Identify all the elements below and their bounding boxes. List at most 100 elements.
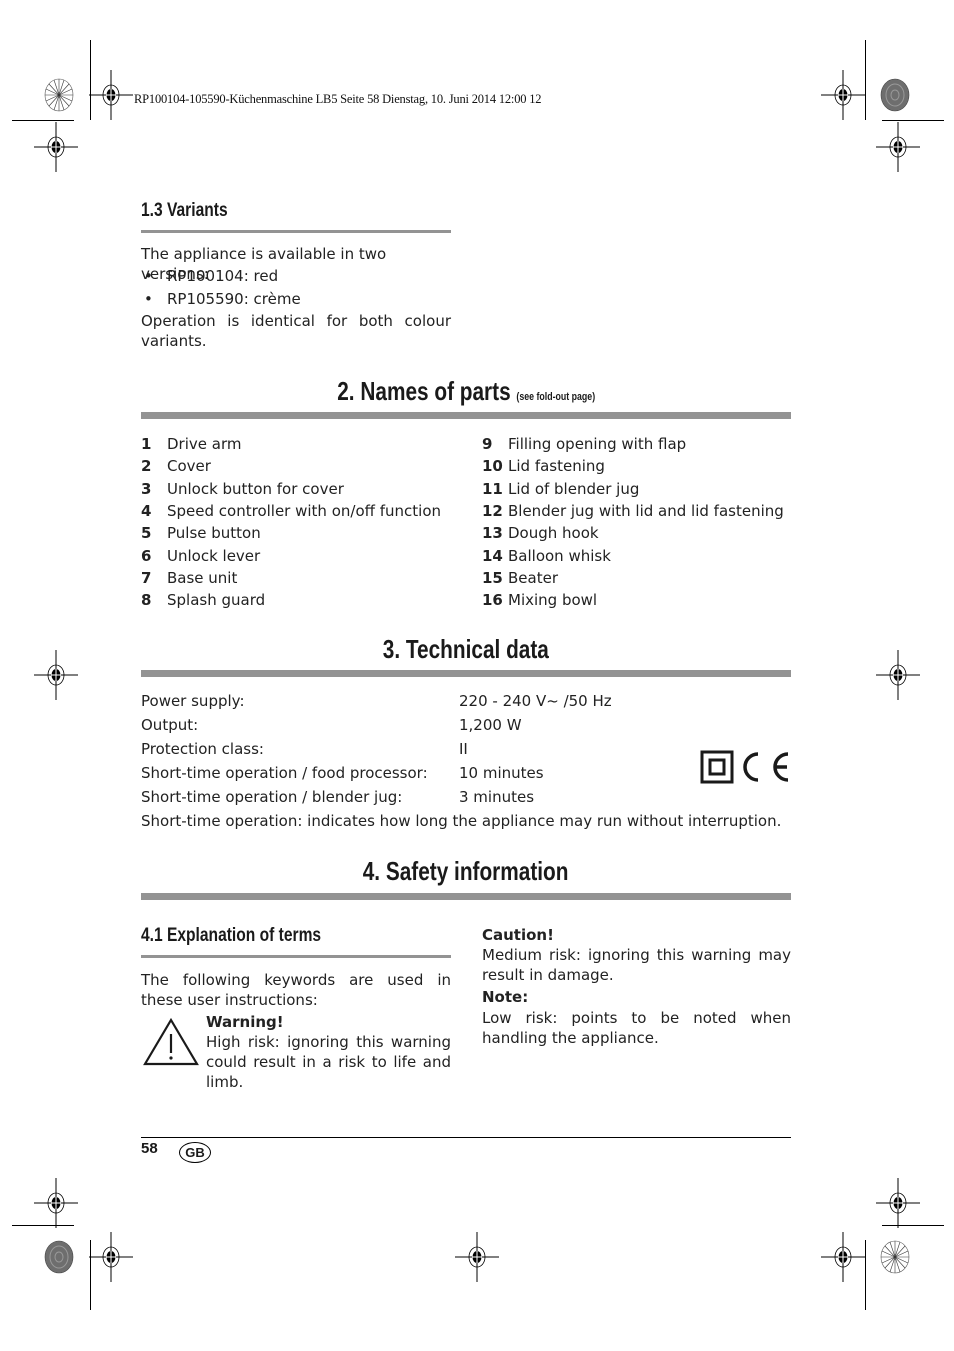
safety-heading-title: 4. Safety information xyxy=(363,856,569,886)
part-item: 4 Speed controller with on/off function xyxy=(141,500,441,522)
part-label: Drive arm xyxy=(167,435,242,453)
certification-marks xyxy=(700,750,789,784)
part-number: 2 xyxy=(141,457,152,476)
part-item: 2 Cover xyxy=(141,455,211,477)
part-label: Beater xyxy=(508,568,558,587)
technical-value: 220 - 240 V~ /50 Hz xyxy=(459,692,612,710)
part-label: Cover xyxy=(167,457,211,476)
registration-mark xyxy=(88,69,134,121)
registration-mark xyxy=(33,121,79,173)
footer-rule xyxy=(141,1137,791,1138)
part-item: 10 Lid fastening xyxy=(482,455,605,477)
technical-row: Short-time operation / blender jug: 3 min… xyxy=(141,785,534,809)
part-item: 1 Drive arm xyxy=(141,433,241,455)
warning-title: Warning! xyxy=(206,1013,284,1031)
technical-row: Output: 1,200 W xyxy=(141,713,522,737)
color-bar-mark xyxy=(44,78,74,112)
color-bar-mark xyxy=(880,78,910,112)
part-item: 8 Splash guard xyxy=(141,589,265,611)
protection-class-ii-icon xyxy=(700,750,734,784)
part-item: 16 Mixing bowl xyxy=(482,589,597,611)
part-item: 7 Base unit xyxy=(141,567,237,589)
part-item: 12 Blender jug with lid and lid fastening xyxy=(482,500,784,522)
part-number: 4 xyxy=(141,501,152,520)
terms-heading: 4.1 Explanation of terms xyxy=(141,925,322,946)
technical-footnote: Short-time operation: indicates how long… xyxy=(141,812,782,830)
color-bar-mark xyxy=(44,1240,74,1274)
part-number: 7 xyxy=(141,568,152,587)
caution-title: Caution! xyxy=(482,926,554,944)
part-number: 14 xyxy=(482,546,503,565)
variants-note: Operation is identical for both colour v… xyxy=(141,312,451,350)
part-label: Filling opening with flap xyxy=(508,435,687,453)
part-label: Blender jug with lid and lid fastening xyxy=(508,501,784,520)
bullet: • xyxy=(144,267,153,285)
parts-heading: 2. Names of parts (see fold-out page) xyxy=(141,376,791,407)
technical-value: 1,200 W xyxy=(459,716,522,734)
part-label: Splash guard xyxy=(167,591,266,610)
caution-text: Medium risk: ignoring this warning may r… xyxy=(482,946,791,984)
part-item: 15 Beater xyxy=(482,567,558,589)
part-number: 3 xyxy=(141,479,152,498)
part-item: 3 Unlock button for cover xyxy=(141,478,344,500)
heading-rule xyxy=(141,955,451,958)
part-number: 6 xyxy=(141,546,152,565)
part-label: Unlock button for cover xyxy=(167,479,344,498)
part-number: 8 xyxy=(141,591,152,610)
variant-item: RP105590: crème xyxy=(167,290,301,308)
warning-triangle-icon xyxy=(143,1017,199,1066)
part-item: 6 Unlock lever xyxy=(141,545,260,567)
part-number: 15 xyxy=(482,568,503,587)
technical-heading: 3. Technical data xyxy=(141,634,791,665)
technical-label: Protection class: xyxy=(141,740,264,758)
variants-heading: 1.3 Variants xyxy=(141,200,228,221)
language-badge: GB xyxy=(179,1142,211,1163)
part-number: 1 xyxy=(141,435,152,453)
technical-label: Short-time operation / blender jug: xyxy=(141,788,403,806)
part-label: Speed controller with on/off function xyxy=(167,501,441,520)
heading-rule xyxy=(141,670,791,677)
note-text: Low risk: points to be noted when handli… xyxy=(482,1009,791,1047)
parts-heading-title: 2. Names of parts xyxy=(337,376,511,406)
part-item: 9 Filling opening with flap xyxy=(482,433,686,455)
part-item: 14 Balloon whisk xyxy=(482,545,611,567)
technical-row: Power supply: 220 - 240 V~ /50 Hz xyxy=(141,689,612,713)
part-number: 10 xyxy=(482,457,503,476)
ce-mark-icon xyxy=(743,752,789,782)
warning-text: High risk: ignoring this warning could r… xyxy=(206,1033,451,1091)
page-number: 58 xyxy=(141,1140,158,1157)
parts-heading-note: (see fold-out page) xyxy=(516,391,595,403)
note-title: Note: xyxy=(482,988,529,1006)
part-number: 13 xyxy=(482,524,503,543)
part-label: Lid fastening xyxy=(508,457,605,476)
technical-value: 10 minutes xyxy=(459,764,544,782)
part-number: 9 xyxy=(482,435,493,453)
technical-row: Protection class: II xyxy=(141,737,468,761)
part-label: Dough hook xyxy=(508,524,599,543)
part-label: Unlock lever xyxy=(167,546,261,565)
variant-item: RP100104: red xyxy=(167,267,279,285)
part-label: Balloon whisk xyxy=(508,546,611,565)
technical-row: Short-time operation / food processor: 10… xyxy=(141,761,544,785)
part-label: Base unit xyxy=(167,568,238,587)
part-number: 16 xyxy=(482,591,503,610)
technical-label: Power supply: xyxy=(141,692,245,710)
technical-value: 3 minutes xyxy=(459,788,535,806)
technical-heading-title: 3. Technical data xyxy=(382,634,550,664)
registration-mark xyxy=(88,1231,134,1283)
technical-value: II xyxy=(459,740,468,758)
technical-label: Output: xyxy=(141,716,199,734)
print-slug: RP100104-105590-Küchenmaschine LB5 Seite… xyxy=(134,92,542,106)
part-label: Pulse button xyxy=(167,524,261,543)
part-number: 5 xyxy=(141,524,152,543)
bullet: • xyxy=(144,290,153,308)
registration-mark xyxy=(33,649,79,701)
registration-mark xyxy=(820,69,866,121)
part-number: 11 xyxy=(482,479,503,498)
registration-mark xyxy=(454,1231,500,1283)
registration-mark xyxy=(875,121,921,173)
heading-rule xyxy=(141,893,791,900)
part-number: 12 xyxy=(482,501,503,520)
safety-heading: 4. Safety information xyxy=(141,856,791,887)
heading-rule xyxy=(141,230,451,233)
